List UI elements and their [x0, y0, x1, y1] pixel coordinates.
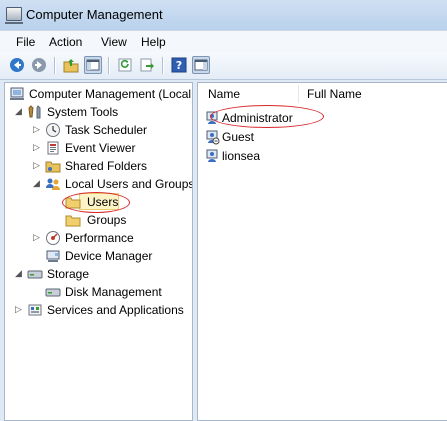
window-title: Computer Management: [26, 7, 163, 22]
shared-folder-icon: [45, 158, 61, 174]
users-group-icon: [45, 176, 61, 192]
show-hide-console-tree-icon[interactable]: [84, 56, 102, 74]
column-divider[interactable]: [298, 85, 299, 103]
collapsed-arrow-icon[interactable]: ▷: [33, 142, 41, 152]
tree-label-system-tools: System Tools: [47, 105, 119, 119]
tree-item-task-scheduler[interactable]: ▷ Task Scheduler: [33, 121, 188, 139]
back-arrow-icon[interactable]: [8, 56, 26, 74]
export-list-icon[interactable]: [138, 56, 156, 74]
collapsed-arrow-icon[interactable]: ▷: [33, 124, 41, 134]
tree-label-services-and-applications: Services and Applications: [47, 303, 184, 317]
tree-item-groups[interactable]: Groups: [63, 211, 143, 229]
show-hide-action-pane-icon[interactable]: [192, 56, 210, 74]
menu-file[interactable]: File: [16, 35, 35, 49]
tree-label-performance: Performance: [65, 231, 134, 245]
folder-icon: [65, 194, 81, 210]
computer-management-icon: [5, 7, 23, 24]
menu-action[interactable]: Action: [49, 35, 82, 49]
user-icon: [204, 129, 220, 145]
tree-item-services-and-applications[interactable]: ▷ Services and Applications: [15, 301, 192, 319]
toolbar-separator: [108, 57, 109, 74]
tree-item-users[interactable]: Users: [63, 193, 143, 211]
toolbar-separator: [54, 57, 55, 74]
menu-help[interactable]: Help: [141, 35, 166, 49]
tree-item-storage[interactable]: ◢ Storage: [15, 265, 185, 283]
tree-item-local-users-and-groups[interactable]: ◢ Local Users and Groups: [33, 175, 193, 193]
tree-label-storage: Storage: [47, 267, 90, 281]
tree-item-shared-folders[interactable]: ▷ Shared Folders: [33, 157, 188, 175]
tree-label-disk-management: Disk Management: [65, 285, 162, 299]
disk-management-icon: [45, 284, 61, 300]
user-icon: [204, 110, 220, 126]
computer-management-icon: [9, 86, 25, 102]
up-folder-icon[interactable]: [62, 56, 80, 74]
storage-icon: [27, 266, 43, 282]
tree-label-device-manager: Device Manager: [65, 249, 153, 263]
user-name-guest: Guest: [222, 130, 255, 144]
toolbar: ?: [0, 52, 447, 80]
expanded-arrow-icon[interactable]: ◢: [15, 106, 23, 116]
user-name-lionsea: lionsea: [222, 149, 261, 163]
expanded-arrow-icon[interactable]: ◢: [33, 178, 41, 188]
collapsed-arrow-icon[interactable]: ▷: [33, 232, 41, 242]
tree-item-device-manager[interactable]: Device Manager: [33, 247, 188, 265]
tree-label-task-scheduler: Task Scheduler: [65, 123, 148, 137]
device-manager-icon: [45, 248, 61, 264]
tree-item-computer-management[interactable]: Computer Management (Local: [7, 85, 192, 103]
collapsed-arrow-icon[interactable]: ▷: [33, 160, 41, 170]
user-icon: [204, 148, 220, 164]
services-icon: [27, 302, 43, 318]
clock-icon: [45, 122, 61, 138]
refresh-icon[interactable]: [116, 56, 134, 74]
expanded-arrow-icon[interactable]: ◢: [15, 268, 23, 278]
tree-label-groups: Groups: [87, 213, 127, 227]
tree-label-event-viewer: Event Viewer: [65, 141, 136, 155]
tree-item-disk-management[interactable]: Disk Management: [33, 283, 188, 301]
column-header-full-name[interactable]: Full Name: [307, 87, 362, 101]
user-name-administrator: Administrator: [222, 111, 293, 125]
event-viewer-icon: [45, 140, 61, 156]
svg-text:?: ?: [176, 59, 182, 72]
title-bar[interactable]: Computer Management: [0, 0, 447, 30]
tree-item-performance[interactable]: ▷ Performance: [33, 229, 188, 247]
collapsed-arrow-icon[interactable]: ▷: [15, 304, 23, 314]
tree-label-computer-management: Computer Management (Local: [29, 87, 192, 101]
tree-label-local-users-and-groups: Local Users and Groups: [65, 177, 193, 191]
toolbar-separator: [162, 57, 163, 74]
forward-arrow-icon[interactable]: [30, 56, 48, 74]
tree-item-system-tools[interactable]: ◢ System Tools: [15, 103, 185, 121]
folder-icon: [65, 212, 81, 228]
column-header-name[interactable]: Name: [208, 87, 240, 101]
console-tree[interactable]: Computer Management (Local ◢ System Tool…: [4, 82, 193, 421]
performance-icon: [45, 230, 61, 246]
user-list-view[interactable]: Name Full Name Administrator Guest lions…: [197, 82, 447, 421]
menu-view[interactable]: View: [101, 35, 127, 49]
tree-item-event-viewer[interactable]: ▷ Event Viewer: [33, 139, 188, 157]
tree-label-users: Users: [87, 195, 119, 209]
menu-bar: File Action View Help: [0, 30, 447, 53]
help-icon[interactable]: ?: [170, 56, 188, 74]
system-tools-icon: [27, 104, 43, 120]
tree-label-shared-folders: Shared Folders: [65, 159, 148, 173]
